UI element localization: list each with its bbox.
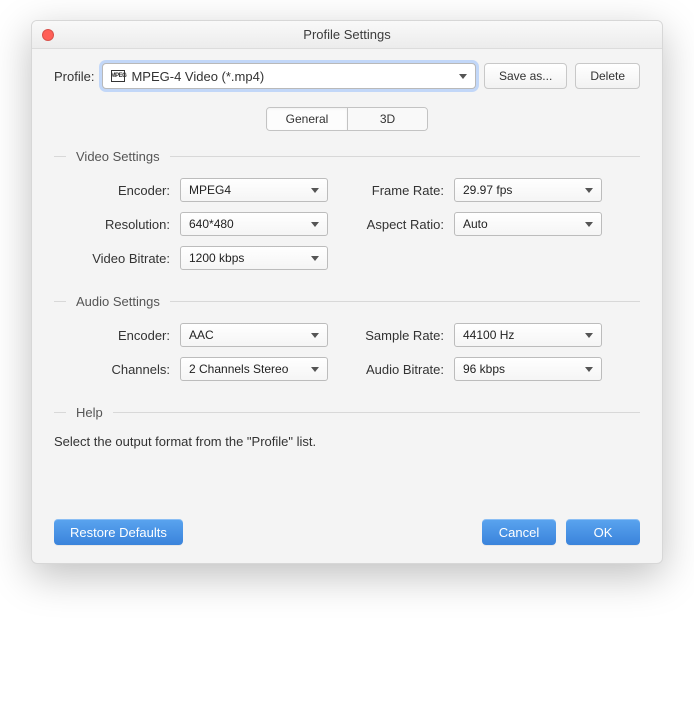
audio-encoder-select[interactable]: AAC <box>180 323 328 347</box>
delete-button[interactable]: Delete <box>575 63 640 89</box>
resolution-label: Resolution: <box>54 217 172 232</box>
audio-bitrate-label: Audio Bitrate: <box>336 362 446 377</box>
divider-line <box>54 301 66 302</box>
frame-rate-value: 29.97 fps <box>463 183 585 197</box>
footer-right: Cancel OK <box>482 519 640 545</box>
chevron-down-icon <box>585 333 593 338</box>
video-settings-heading: Video Settings <box>76 149 160 164</box>
audio-grid: Encoder: AAC Sample Rate: 44100 Hz Chann… <box>54 323 640 381</box>
divider-line <box>170 156 640 157</box>
video-encoder-label: Encoder: <box>54 183 172 198</box>
profile-label: Profile: <box>54 69 94 84</box>
channels-select[interactable]: 2 Channels Stereo <box>180 357 328 381</box>
video-settings-heading-row: Video Settings <box>54 149 640 164</box>
sample-rate-value: 44100 Hz <box>463 328 585 342</box>
profile-value: MPEG-4 Video (*.mp4) <box>131 69 452 84</box>
ok-button[interactable]: OK <box>566 519 640 545</box>
help-heading: Help <box>76 405 103 420</box>
channels-label: Channels: <box>54 362 172 377</box>
help-text: Select the output format from the "Profi… <box>54 434 640 449</box>
aspect-ratio-label: Aspect Ratio: <box>336 217 446 232</box>
divider-line <box>113 412 640 413</box>
chevron-down-icon <box>585 367 593 372</box>
audio-bitrate-select[interactable]: 96 kbps <box>454 357 602 381</box>
audio-bitrate-value: 96 kbps <box>463 362 585 376</box>
chevron-down-icon <box>311 256 319 261</box>
profile-select[interactable]: MPEG MPEG-4 Video (*.mp4) <box>102 63 475 89</box>
aspect-ratio-value: Auto <box>463 217 585 231</box>
resolution-select[interactable]: 640*480 <box>180 212 328 236</box>
frame-rate-select[interactable]: 29.97 fps <box>454 178 602 202</box>
close-window-button[interactable] <box>42 29 54 41</box>
sample-rate-select[interactable]: 44100 Hz <box>454 323 602 347</box>
video-bitrate-select[interactable]: 1200 kbps <box>180 246 328 270</box>
channels-value: 2 Channels Stereo <box>189 362 311 376</box>
divider-line <box>170 301 640 302</box>
audio-settings-heading: Audio Settings <box>76 294 160 309</box>
sample-rate-label: Sample Rate: <box>336 328 446 343</box>
chevron-down-icon <box>311 367 319 372</box>
chevron-down-icon <box>459 74 467 79</box>
video-bitrate-value: 1200 kbps <box>189 251 311 265</box>
video-grid: Encoder: MPEG4 Frame Rate: 29.97 fps Res… <box>54 178 640 270</box>
divider-line <box>54 412 66 413</box>
divider-line <box>54 156 66 157</box>
restore-defaults-button[interactable]: Restore Defaults <box>54 519 183 545</box>
titlebar: Profile Settings <box>32 21 662 49</box>
audio-settings-heading-row: Audio Settings <box>54 294 640 309</box>
tab-general[interactable]: General <box>267 108 347 130</box>
profile-settings-window: Profile Settings Profile: MPEG MPEG-4 Vi… <box>31 20 663 564</box>
video-encoder-value: MPEG4 <box>189 183 311 197</box>
profile-row: Profile: MPEG MPEG-4 Video (*.mp4) Save … <box>54 63 640 89</box>
help-group: Help Select the output format from the "… <box>54 405 640 449</box>
mpeg-file-icon: MPEG <box>111 70 125 82</box>
resolution-value: 640*480 <box>189 217 311 231</box>
content-area: Profile: MPEG MPEG-4 Video (*.mp4) Save … <box>32 49 662 563</box>
footer: Restore Defaults Cancel OK <box>54 519 640 545</box>
tabs-row: General 3D <box>54 107 640 131</box>
chevron-down-icon <box>311 333 319 338</box>
video-bitrate-label: Video Bitrate: <box>54 251 172 266</box>
audio-encoder-label: Encoder: <box>54 328 172 343</box>
tab-3d[interactable]: 3D <box>347 108 427 130</box>
video-settings-group: Video Settings Encoder: MPEG4 Frame Rate… <box>54 149 640 270</box>
tab-segmented-control: General 3D <box>266 107 428 131</box>
chevron-down-icon <box>311 188 319 193</box>
chevron-down-icon <box>585 188 593 193</box>
audio-settings-group: Audio Settings Encoder: AAC Sample Rate:… <box>54 294 640 381</box>
save-as-button[interactable]: Save as... <box>484 63 567 89</box>
aspect-ratio-select[interactable]: Auto <box>454 212 602 236</box>
window-title: Profile Settings <box>303 27 390 42</box>
frame-rate-label: Frame Rate: <box>336 183 446 198</box>
chevron-down-icon <box>585 222 593 227</box>
video-encoder-select[interactable]: MPEG4 <box>180 178 328 202</box>
chevron-down-icon <box>311 222 319 227</box>
cancel-button[interactable]: Cancel <box>482 519 556 545</box>
audio-encoder-value: AAC <box>189 328 311 342</box>
help-heading-row: Help <box>54 405 640 420</box>
